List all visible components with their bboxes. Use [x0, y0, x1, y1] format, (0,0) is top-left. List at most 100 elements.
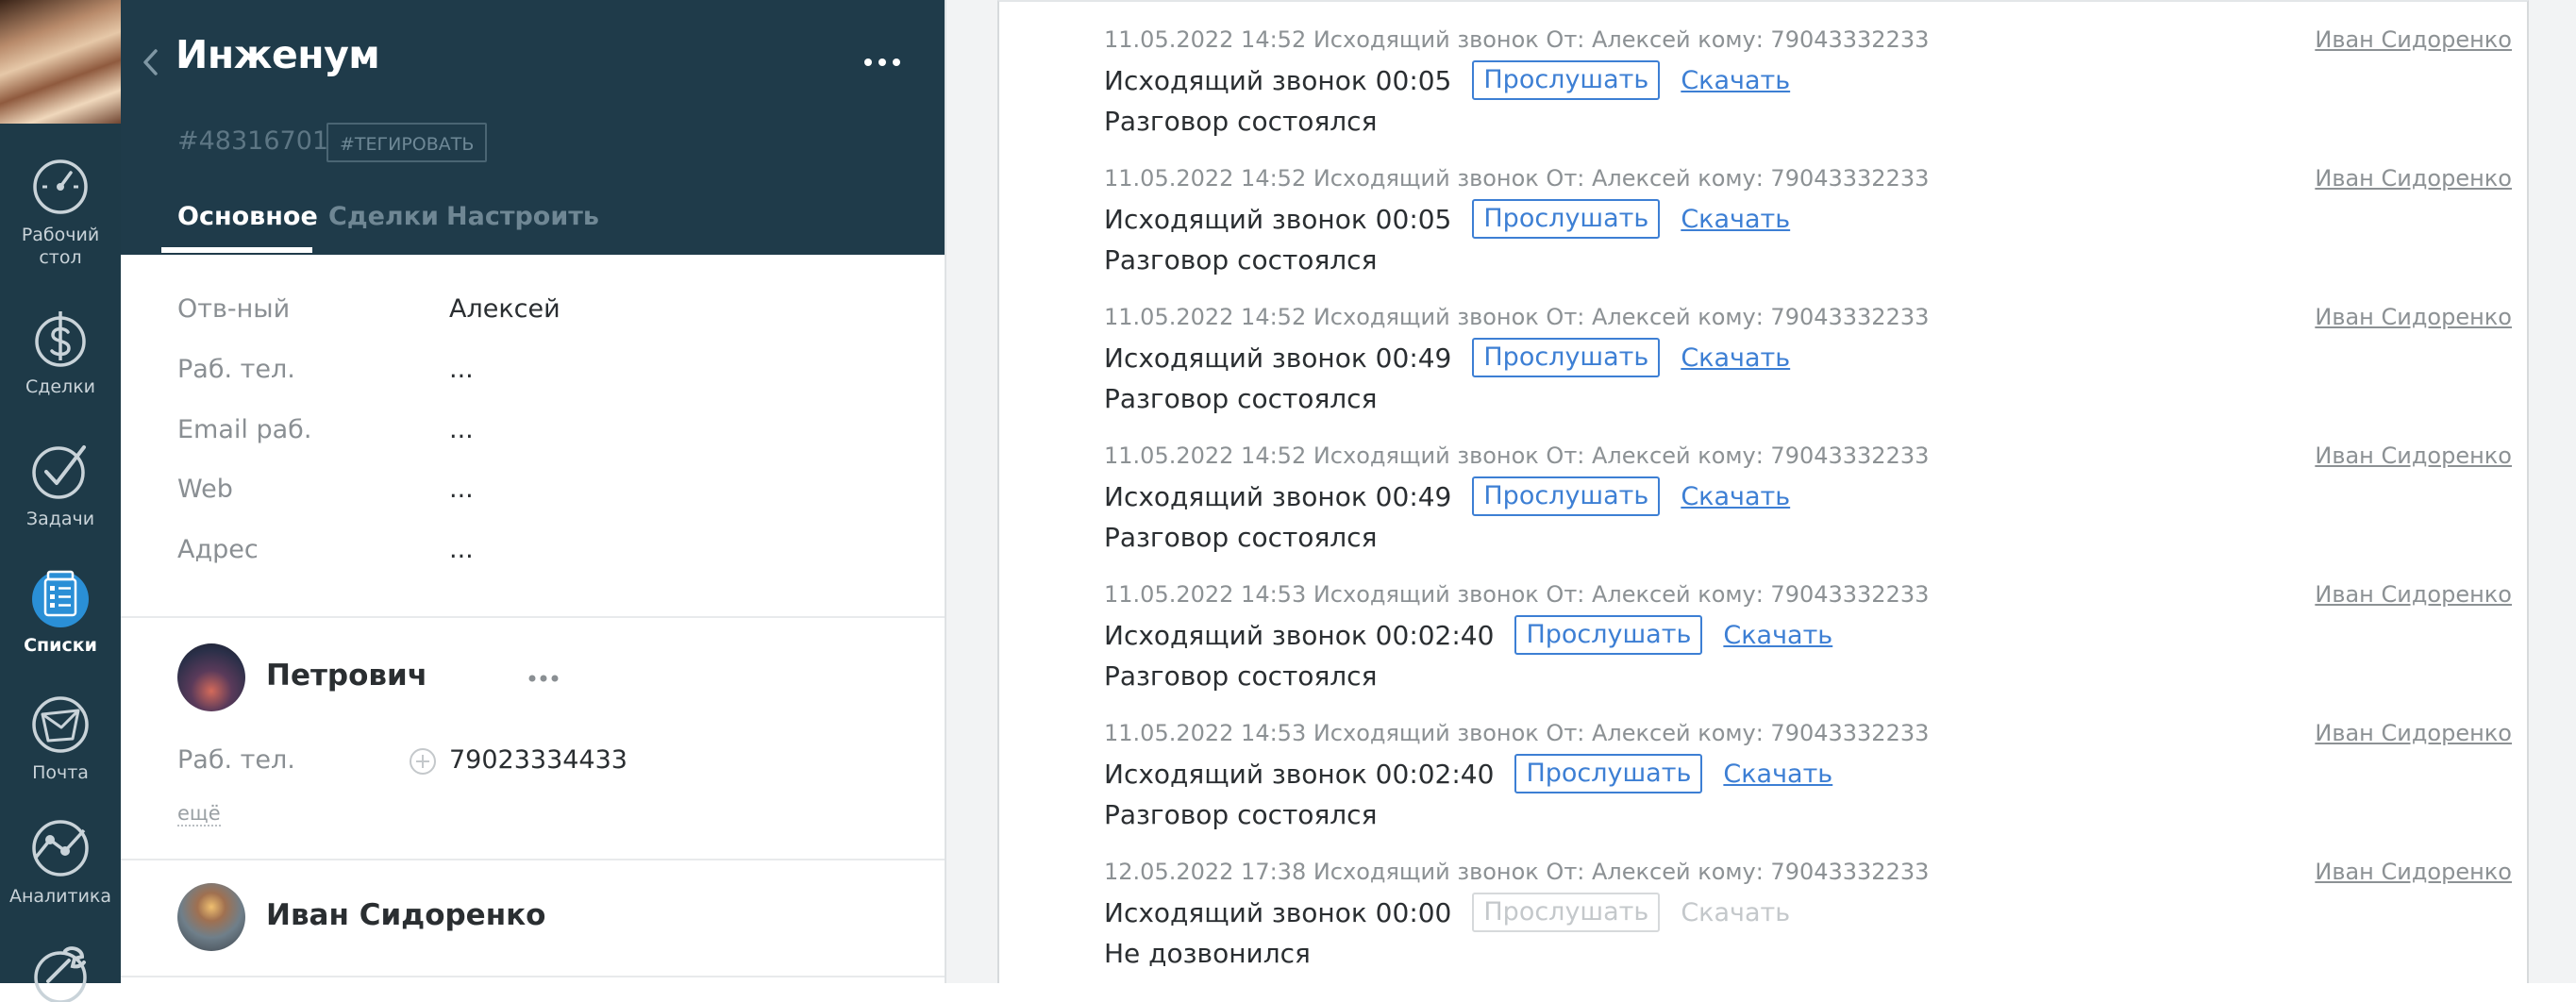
field-value-address[interactable]: ... — [449, 535, 474, 564]
call-status: Разговор состоялся — [1104, 522, 1378, 553]
download-link[interactable]: Скачать — [1723, 760, 1832, 789]
listen-button[interactable]: Прослушать — [1472, 476, 1661, 516]
call-meta: 11.05.2022 14:52 Исходящий звонок От: Ал… — [1104, 443, 1930, 469]
more-options-icon[interactable] — [861, 53, 904, 72]
contact-name[interactable]: Иван Сидоренко — [266, 898, 545, 932]
nav-item-analytics[interactable]: Аналитика — [0, 817, 121, 908]
call-status: Разговор состоялся — [1104, 660, 1378, 692]
section-divider — [121, 976, 945, 977]
call-status: Разговор состоялся — [1104, 244, 1378, 276]
call-line: Исходящий звонок 00:49 Прослушать Скачать — [1104, 338, 1790, 377]
download-link[interactable]: Скачать — [1681, 343, 1790, 373]
field-value-email[interactable]: ... — [449, 415, 474, 444]
nav-label-deals: Сделки — [25, 376, 96, 397]
tab-configure[interactable]: Настроить — [446, 202, 599, 231]
call-meta: 11.05.2022 14:53 Исходящий звонок От: Ал… — [1104, 720, 1930, 746]
call-meta: 11.05.2022 14:52 Исходящий звонок От: Ал… — [1104, 304, 1930, 330]
listen-button[interactable]: Прослушать — [1514, 615, 1703, 655]
field-label-work-phone: Раб. тел. — [177, 355, 295, 384]
nav-label-tasks: Задачи — [25, 509, 95, 529]
card-header: Инженум #48316701 #ТЕГИРОВАТЬ Основное С… — [121, 0, 945, 255]
call-author-link[interactable]: Иван Сидоренко — [2315, 165, 2512, 192]
call-title: Исходящий звонок 00:49 — [1104, 342, 1452, 374]
activity-feed: 11.05.2022 14:52 Исходящий звонок От: Ал… — [997, 0, 2529, 983]
contact-name[interactable]: Петрович — [266, 659, 427, 693]
call-meta: 12.05.2022 17:38 Исходящий звонок От: Ал… — [1104, 859, 1930, 885]
call-meta: 11.05.2022 14:53 Исходящий звонок От: Ал… — [1104, 581, 1930, 608]
field-value-web[interactable]: ... — [449, 475, 474, 504]
nav-item-settings[interactable] — [0, 940, 121, 1002]
nav-label-mail: Почта — [32, 762, 89, 783]
contact-avatar[interactable] — [177, 883, 245, 951]
call-author-link[interactable]: Иван Сидоренко — [2315, 859, 2512, 885]
tab-deals[interactable]: Сделки — [328, 202, 439, 231]
call-entry: 11.05.2022 14:52 Исходящий звонок От: Ал… — [999, 148, 2531, 287]
call-line: Исходящий звонок 00:49 Прослушать Скачать — [1104, 476, 1790, 516]
contact-phone-value[interactable]: 79023334433 — [449, 745, 627, 775]
listen-button[interactable]: Прослушать — [1472, 199, 1661, 239]
call-entry: 11.05.2022 14:52 Исходящий звонок От: Ал… — [999, 287, 2531, 426]
dashboard-gauge-icon — [33, 159, 88, 214]
field-value-work-phone[interactable]: ... — [449, 355, 474, 384]
call-status: Разговор состоялся — [1104, 383, 1378, 414]
download-link[interactable]: Скачать — [1681, 66, 1790, 95]
call-entry: 11.05.2022 14:52 Исходящий звонок От: Ал… — [999, 9, 2531, 148]
download-link[interactable]: Скачать — [1681, 205, 1790, 234]
contact-avatar[interactable] — [177, 643, 245, 711]
call-author-link[interactable]: Иван Сидоренко — [2315, 304, 2512, 330]
download-link[interactable]: Скачать — [1681, 482, 1790, 511]
listen-button[interactable]: Прослушать — [1472, 338, 1661, 377]
feed-right-gutter — [2529, 0, 2576, 983]
active-tab-indicator — [161, 247, 312, 253]
field-label-address: Адрес — [177, 535, 259, 564]
listen-button: Прослушать — [1472, 893, 1661, 932]
nav-item-deals[interactable]: Сделки — [0, 308, 121, 398]
call-line: Исходящий звонок 00:05 Прослушать Скачать — [1104, 199, 1790, 239]
listen-button[interactable]: Прослушать — [1472, 60, 1661, 100]
checkmark-icon — [32, 445, 86, 499]
analytics-icon — [32, 820, 89, 877]
call-author-link[interactable]: Иван Сидоренко — [2315, 581, 2512, 608]
call-title: Исходящий звонок 00:05 — [1104, 64, 1452, 96]
add-phone-icon[interactable] — [409, 747, 437, 776]
nav-item-dashboard[interactable]: Рабочий стол — [0, 156, 121, 269]
call-title: Исходящий звонок 00:05 — [1104, 203, 1452, 235]
call-author-link[interactable]: Иван Сидоренко — [2315, 720, 2512, 746]
listen-button[interactable]: Прослушать — [1514, 754, 1703, 793]
field-label-web: Web — [177, 475, 233, 504]
call-line: Исходящий звонок 00:02:40 Прослушать Скача… — [1104, 754, 1832, 793]
call-status: Разговор состоялся — [1104, 106, 1378, 137]
call-entry: 11.05.2022 14:53 Исходящий звонок От: Ал… — [999, 564, 2531, 703]
main-nav: Рабочий стол Сделки Задачи Списки Почта … — [0, 0, 121, 1002]
tab-main[interactable]: Основное — [177, 202, 318, 231]
call-entry: 12.05.2022 17:38 Исходящий звонок От: Ал… — [999, 842, 2531, 980]
call-line: Исходящий звонок 00:02:40 Прослушать Скача… — [1104, 615, 1832, 655]
dollar-icon — [35, 311, 86, 367]
user-avatar[interactable] — [0, 0, 121, 124]
field-label-responsible: Отв-ный — [177, 294, 291, 324]
chevron-left-icon[interactable] — [140, 45, 160, 79]
call-author-link[interactable]: Иван Сидоренко — [2315, 443, 2512, 469]
field-value-responsible[interactable]: Алексей — [449, 294, 560, 324]
call-title: Исходящий звонок 00:49 — [1104, 480, 1452, 512]
show-more-link[interactable]: ещё — [177, 802, 221, 827]
tag-button[interactable]: #ТЕГИРОВАТЬ — [326, 123, 488, 162]
call-title: Исходящий звонок 00:00 — [1104, 896, 1452, 928]
call-title: Исходящий звонок 00:02:40 — [1104, 758, 1495, 790]
call-entry: 11.05.2022 14:53 Исходящий звонок От: Ал… — [999, 703, 2531, 842]
card-title[interactable]: Инженум — [176, 32, 380, 77]
nav-item-lists[interactable]: Списки — [0, 566, 121, 657]
nav-item-mail[interactable]: Почта — [0, 693, 121, 784]
call-meta: 11.05.2022 14:52 Исходящий звонок От: Ал… — [1104, 26, 1930, 53]
call-status: Разговор состоялся — [1104, 799, 1378, 830]
nav-item-tasks[interactable]: Задачи — [0, 440, 121, 530]
call-status: Не дозвонился — [1104, 938, 1311, 969]
call-title: Исходящий звонок 00:02:40 — [1104, 619, 1495, 651]
call-author-link[interactable]: Иван Сидоренко — [2315, 26, 2512, 53]
lists-icon — [32, 570, 89, 627]
download-link[interactable]: Скачать — [1723, 621, 1832, 650]
contact-more-icon[interactable] — [527, 674, 560, 683]
section-divider — [121, 859, 945, 860]
contact-phone-label: Раб. тел. — [177, 745, 295, 775]
call-line: Исходящий звонок 00:05 Прослушать Скачать — [1104, 60, 1790, 100]
